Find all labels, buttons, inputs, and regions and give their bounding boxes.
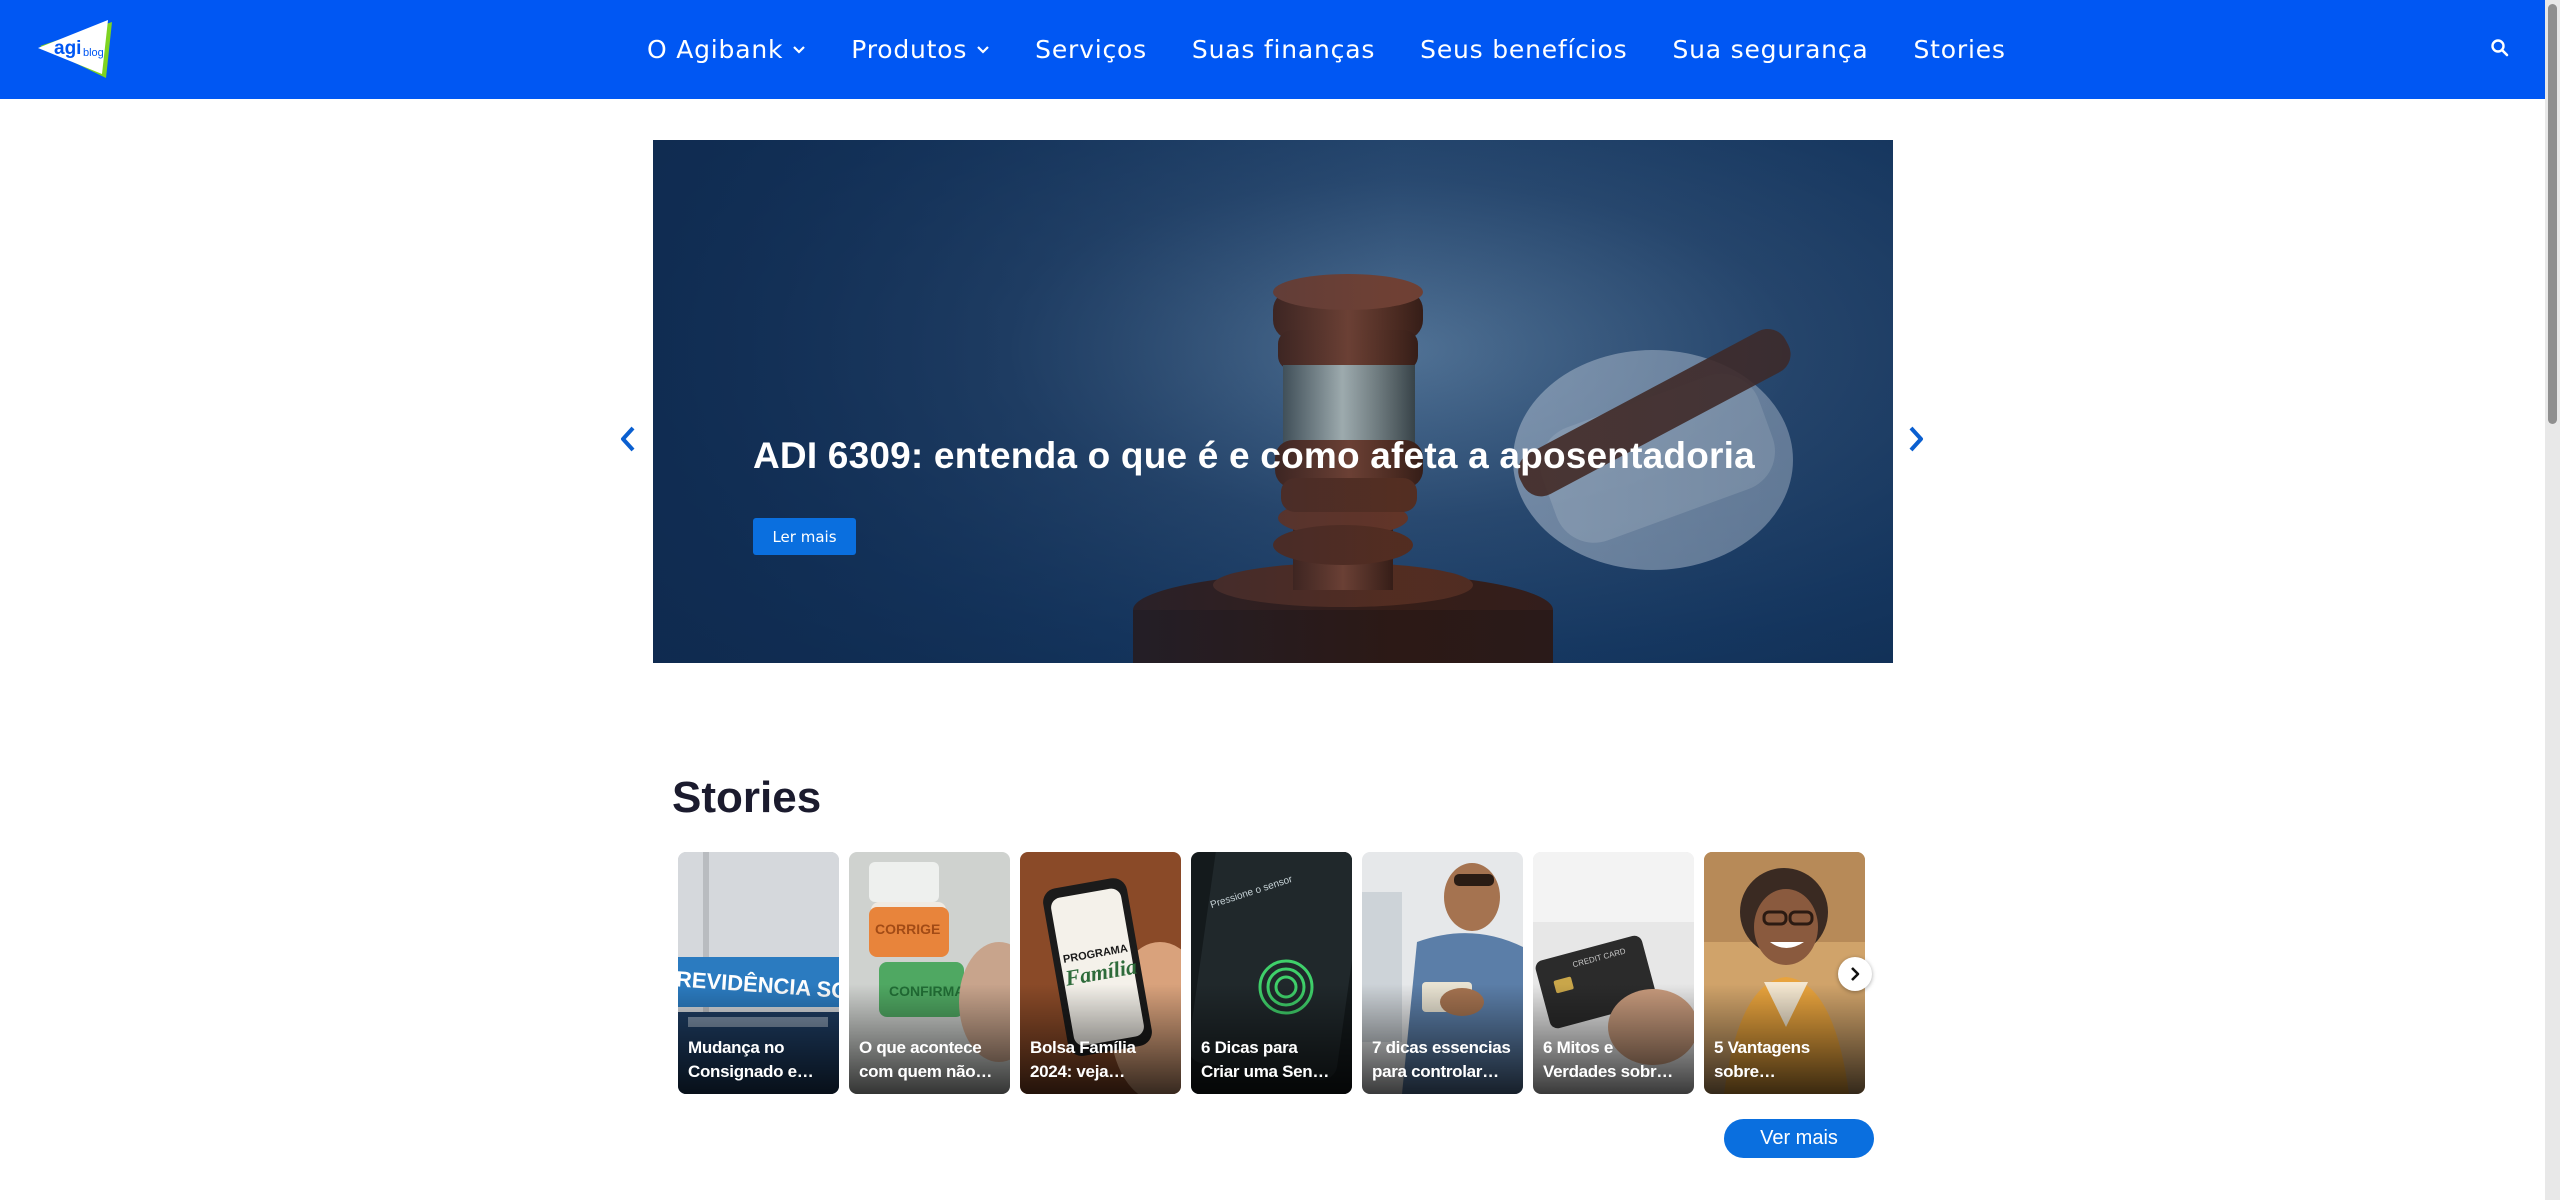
story-title-line: 5 Vantagens xyxy=(1714,1038,1810,1057)
stories-next-button[interactable] xyxy=(1838,957,1872,991)
hero-title[interactable]: ADI 6309: entenda o que é e como afeta a… xyxy=(753,435,1755,477)
story-title-line: Consignado e… xyxy=(688,1062,814,1081)
chevron-right-icon[interactable] xyxy=(1904,424,1928,454)
chevron-down-icon xyxy=(977,45,989,54)
story-title: Bolsa Família 2024: veja… xyxy=(1030,1036,1172,1084)
story-title-line: Criar uma Sen… xyxy=(1201,1062,1330,1081)
story-title-line: 6 Dicas para xyxy=(1201,1038,1298,1057)
story-title-line: 2024: veja… xyxy=(1030,1062,1125,1081)
view-more-button[interactable]: Ver mais xyxy=(1724,1119,1874,1158)
chevron-right-icon xyxy=(1851,967,1860,981)
nav-item-label: O Agibank xyxy=(647,35,784,64)
story-title-line: Bolsa Família xyxy=(1030,1038,1136,1057)
nav-item-label: Suas finanças xyxy=(1191,35,1376,64)
read-more-button[interactable]: Ler mais xyxy=(753,518,856,555)
story-card[interactable]: PROGRAMA Família Bolsa Família 2024: vej… xyxy=(1020,852,1181,1094)
svg-text:blog: blog xyxy=(83,47,104,59)
scrollbar-thumb[interactable] xyxy=(2548,4,2557,424)
agiblog-logo[interactable]: agi blog xyxy=(36,18,118,82)
story-title-line: com quem não… xyxy=(859,1062,993,1081)
nav-item-label: Serviços xyxy=(1035,35,1147,64)
story-title: O que acontece com quem não… xyxy=(859,1036,1001,1084)
story-card[interactable]: Pressione o sensor 6 Dicas para Criar um… xyxy=(1191,852,1352,1094)
chevron-down-icon xyxy=(793,45,806,54)
nav-item-servicos[interactable]: Serviços xyxy=(1035,35,1147,64)
story-title: 5 Vantagens sobre… xyxy=(1714,1036,1856,1084)
story-card[interactable]: 7 dicas essencias para controlar… xyxy=(1362,852,1523,1094)
story-title: 6 Mitos e Verdades sobr… xyxy=(1543,1036,1685,1084)
stories-carousel: REVIDÊNCIA SO Mudança no Consignado e… C… xyxy=(678,852,1868,1094)
story-title-line: O que acontece xyxy=(859,1038,982,1057)
story-title-line: sobre… xyxy=(1714,1062,1776,1081)
page-scrollbar[interactable] xyxy=(2545,0,2560,1200)
svg-text:CORRIGE: CORRIGE xyxy=(875,921,940,937)
gavel-image xyxy=(653,140,1893,663)
story-card[interactable]: REVIDÊNCIA SO Mudança no Consignado e… xyxy=(678,852,839,1094)
nav-item-sua-seguranca[interactable]: Sua segurança xyxy=(1672,35,1868,64)
nav-item-stories[interactable]: Stories xyxy=(1914,35,2006,64)
story-title-line: 7 dicas essencias xyxy=(1372,1038,1511,1057)
top-navigation-bar: agi blog O Agibank Produtos Serviços Sua… xyxy=(0,0,2545,99)
story-title-line: Mudança no xyxy=(688,1038,785,1057)
main-nav: O Agibank Produtos Serviços Suas finança… xyxy=(647,0,2006,99)
nav-item-o-agibank[interactable]: O Agibank xyxy=(647,35,806,64)
story-title: 7 dicas essencias para controlar… xyxy=(1372,1036,1514,1084)
story-title-line: para controlar… xyxy=(1372,1062,1499,1081)
nav-item-suas-financas[interactable]: Suas finanças xyxy=(1192,35,1375,64)
story-card[interactable]: CORRIGE CONFIRMA O que acontece com quem… xyxy=(849,852,1010,1094)
search-icon[interactable] xyxy=(2490,38,2510,58)
nav-item-label: Produtos xyxy=(851,35,968,64)
story-title-line: Verdades sobr… xyxy=(1543,1062,1673,1081)
stories-heading: Stories xyxy=(672,773,822,822)
nav-item-label: Seus benefícios xyxy=(1420,35,1628,64)
nav-item-seus-beneficios[interactable]: Seus benefícios xyxy=(1420,35,1627,64)
hero-banner[interactable]: ADI 6309: entenda o que é e como afeta a… xyxy=(653,140,1893,663)
nav-item-label: Sua segurança xyxy=(1672,35,1869,64)
story-title: Mudança no Consignado e… xyxy=(688,1036,830,1084)
nav-item-produtos[interactable]: Produtos xyxy=(851,35,990,64)
svg-text:agi: agi xyxy=(54,38,81,59)
chevron-left-icon[interactable] xyxy=(616,424,640,454)
story-title-line: 6 Mitos e xyxy=(1543,1038,1614,1057)
story-card[interactable]: CREDIT CARD 6 Mitos e Verdades sobr… xyxy=(1533,852,1694,1094)
story-title: 6 Dicas para Criar uma Sen… xyxy=(1201,1036,1343,1084)
nav-item-label: Stories xyxy=(1913,35,2006,64)
